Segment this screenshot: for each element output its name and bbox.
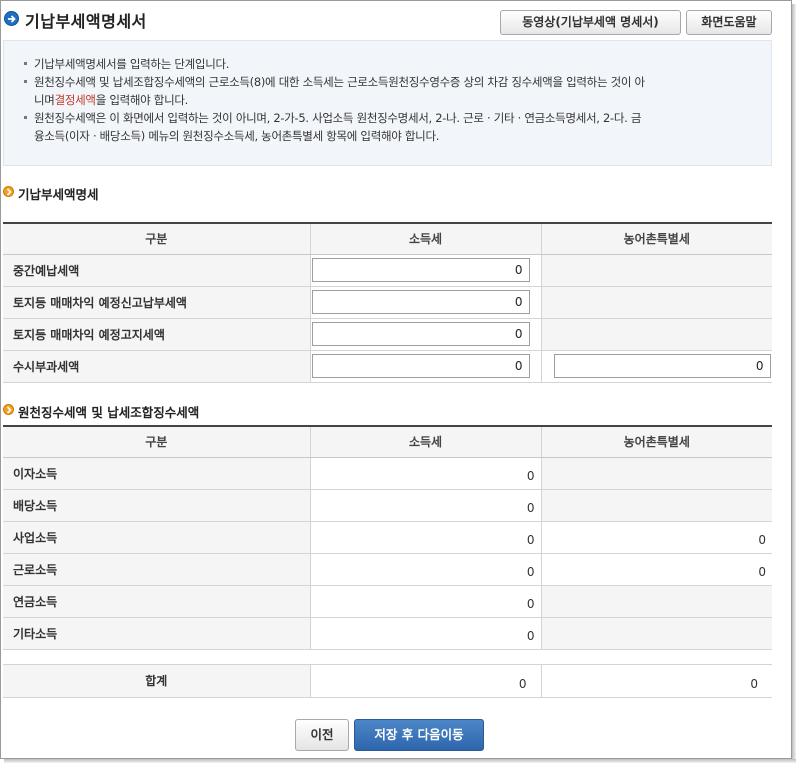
section-title-prepaid-tax: 기납부세액명세 xyxy=(18,187,99,202)
info-line: 기납부세액명세서를 입력하는 단계입니다. xyxy=(22,55,771,73)
rural-tax-value: 0 xyxy=(541,553,772,586)
income-tax-value: 0 xyxy=(310,489,542,522)
row-label: 사업소득 xyxy=(3,521,311,554)
page-title: 기납부세액명세서 xyxy=(25,12,147,31)
video-tutorial-button[interactable]: 동영상(기납부세액 명세서) xyxy=(500,10,681,35)
total-rural-tax-value: 0 xyxy=(541,663,772,698)
table-row: 근로소득 0 0 xyxy=(3,553,772,586)
column-header: 소득세 xyxy=(310,426,542,458)
prepaid-tax-table: 구분 소득세 농어촌특별세 중간예납세액 0 토지등 매매차익 예정신고납부세액… xyxy=(3,222,772,383)
column-header: 구분 xyxy=(3,223,311,255)
table-row: 이자소득 0 xyxy=(3,457,772,490)
income-tax-value: 0 xyxy=(310,457,542,490)
previous-button[interactable]: 이전 xyxy=(295,719,349,751)
table-header-row: 구분 소득세 농어촌특별세 xyxy=(3,426,772,458)
row-label: 연금소득 xyxy=(3,585,311,618)
info-box: 기납부세액명세서를 입력하는 단계입니다. 원천징수세액 및 납세조합징수세액의… xyxy=(3,40,772,166)
arrow-circle-icon xyxy=(4,11,19,26)
row-label: 중간예납세액 xyxy=(3,254,311,287)
row-label: 토지등 매매차익 예정고지세액 xyxy=(3,318,311,351)
income-tax-value: 0 xyxy=(310,585,542,618)
chevron-circle-icon xyxy=(3,186,14,197)
row-label: 배당소득 xyxy=(3,489,311,522)
table-row: 연금소득 0 xyxy=(3,585,772,618)
row-label: 토지등 매매차익 예정신고납부세액 xyxy=(3,286,311,319)
column-header: 농어촌특별세 xyxy=(541,426,772,458)
section-title-withholding-tax: 원천징수세액 및 납세조합징수세액 xyxy=(18,405,200,420)
withholding-tax-table: 구분 소득세 농어촌특별세 이자소득 0 배당소득 0 사업소득 0 0 근로소… xyxy=(3,425,772,698)
table-row: 중간예납세액 0 xyxy=(3,254,772,287)
row-label: 기타소득 xyxy=(3,617,311,650)
window-shadow-right xyxy=(792,4,796,761)
chevron-circle-icon xyxy=(3,404,14,415)
total-income-tax-value: 0 xyxy=(310,663,542,698)
income-tax-value: 0 xyxy=(310,617,542,650)
window-shadow-bottom xyxy=(4,759,796,763)
land-sale-notice-income-tax-input[interactable]: 0 xyxy=(311,322,530,346)
column-header: 농어촌특별세 xyxy=(541,223,772,255)
table-header-row: 구분 소득세 농어촌특별세 xyxy=(3,223,772,255)
table-row: 배당소득 0 xyxy=(3,489,772,522)
total-row: 합계 0 0 xyxy=(3,663,772,698)
save-and-next-button[interactable]: 저장 후 다음이동 xyxy=(354,719,484,751)
total-label: 합계 xyxy=(3,663,311,698)
info-line: 원천징수세액 및 납세조합징수세액의 근로소득(8)에 대한 소득세는 근로소득… xyxy=(22,73,771,109)
column-header: 구분 xyxy=(3,426,311,458)
rural-tax-value: 0 xyxy=(541,521,772,554)
interim-prepayment-income-tax-input[interactable]: 0 xyxy=(311,258,530,282)
land-sale-prepaid-income-tax-input[interactable]: 0 xyxy=(311,290,530,314)
occasional-rural-tax-input[interactable]: 0 xyxy=(553,354,771,378)
info-line: 원천징수세액은 이 화면에서 입력하는 것이 아니며, 2-가-5. 사업소득 … xyxy=(22,109,771,145)
table-row: 토지등 매매차익 예정고지세액 0 xyxy=(3,318,772,351)
table-row: 사업소득 0 0 xyxy=(3,521,772,554)
column-header: 소득세 xyxy=(310,223,542,255)
income-tax-value: 0 xyxy=(310,553,542,586)
table-row: 수시부과세액 0 0 xyxy=(3,350,772,383)
row-label: 근로소득 xyxy=(3,553,311,586)
row-label: 이자소득 xyxy=(3,457,311,490)
highlight-text: 결정세액 xyxy=(54,93,96,107)
table-row: 토지등 매매차익 예정신고납부세액 0 xyxy=(3,286,772,319)
table-row: 기타소득 0 xyxy=(3,617,772,650)
occasional-income-tax-input[interactable]: 0 xyxy=(311,354,530,378)
income-tax-value: 0 xyxy=(310,521,542,554)
row-label: 수시부과세액 xyxy=(3,350,311,383)
screen-help-button[interactable]: 화면도움말 xyxy=(686,10,772,35)
